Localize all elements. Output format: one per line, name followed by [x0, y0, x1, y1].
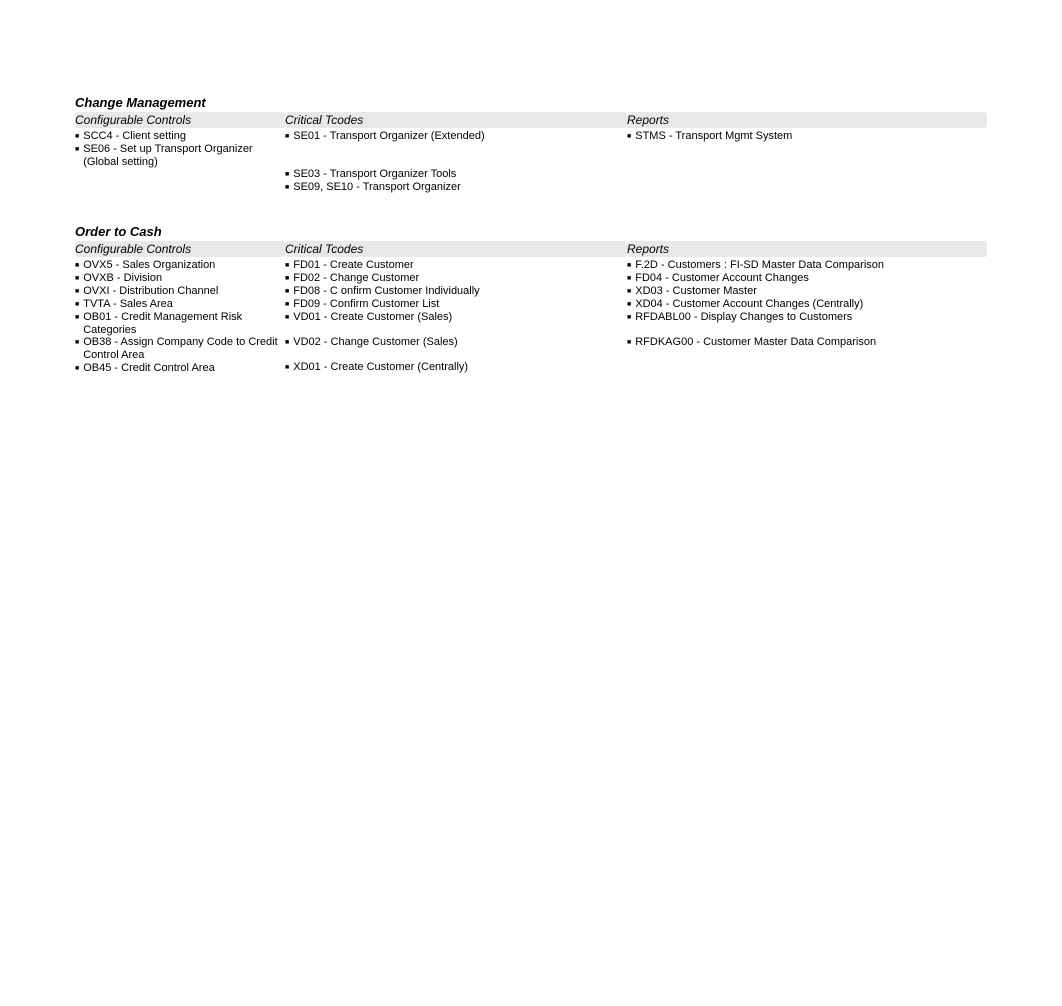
document-content: Change Management Configurable Controls …	[0, 0, 1062, 445]
list-item: ■OVXB - Division	[75, 272, 285, 285]
bullet-icon: ■	[285, 272, 289, 285]
list-item: ■FD08 - C onfirm Customer Individually	[285, 285, 627, 298]
column-row: Configurable Controls ■SCC4 - Client set…	[75, 112, 987, 194]
list-item: ■F.2D - Customers : FI-SD Master Data Co…	[627, 259, 987, 272]
bullet-icon: ■	[75, 311, 79, 324]
bullet-icon: ■	[627, 311, 631, 324]
bullet-icon: ■	[285, 130, 289, 143]
bullet-icon: ■	[627, 285, 631, 298]
col-configurable-controls: Configurable Controls ■SCC4 - Client set…	[75, 112, 285, 194]
bullet-icon: ■	[627, 336, 631, 349]
col-header: Reports	[627, 112, 987, 128]
col-header: Reports	[627, 241, 987, 257]
bullet-icon: ■	[285, 311, 289, 324]
list-item: ■XD03 - Customer Master	[627, 285, 987, 298]
list-item-empty	[627, 143, 987, 168]
bullet-icon: ■	[627, 259, 631, 272]
section-title: Order to Cash	[75, 224, 987, 239]
bullet-icon: ■	[627, 272, 631, 285]
list-item: ■OB01 - Credit Management Risk Categorie…	[75, 311, 285, 336]
list-item-empty	[627, 361, 987, 373]
list-item: ■OB45 - Credit Control Area	[75, 362, 285, 375]
list-item: ■VD01 - Create Customer (Sales)	[285, 311, 627, 336]
col-header: Critical Tcodes	[285, 241, 627, 257]
bullet-icon: ■	[285, 336, 289, 349]
list-item: ■XD04 - Customer Account Changes (Centra…	[627, 298, 987, 311]
list-item-empty	[75, 168, 285, 180]
bullet-icon: ■	[75, 130, 79, 143]
section-order-to-cash: Order to Cash Configurable Controls ■OVX…	[75, 224, 987, 375]
bullet-icon: ■	[75, 259, 79, 272]
list-item: ■SE09, SE10 - Transport Organizer	[285, 181, 627, 194]
col-critical-tcodes: Critical Tcodes ■FD01 - Create Customer …	[285, 241, 627, 375]
bullet-icon: ■	[627, 130, 631, 143]
list-item: ■OVXI - Distribution Channel	[75, 285, 285, 298]
list-item: ■SE06 - Set up Transport Organizer (Glob…	[75, 143, 285, 168]
list-item: ■TVTA - Sales Area	[75, 298, 285, 311]
list-item: ■STMS - Transport Mgmt System	[627, 130, 987, 143]
col-reports: Reports ■STMS - Transport Mgmt System	[627, 112, 987, 194]
col-header: Configurable Controls	[75, 241, 285, 257]
list-item: ■FD02 - Change Customer	[285, 272, 627, 285]
section-change-management: Change Management Configurable Controls …	[75, 95, 987, 194]
list-item-empty	[285, 143, 627, 168]
bullet-icon: ■	[285, 259, 289, 272]
col-configurable-controls: Configurable Controls ■OVX5 - Sales Orga…	[75, 241, 285, 375]
list-item: ■RFDABL00 - Display Changes to Customers	[627, 311, 987, 336]
bullet-icon: ■	[627, 298, 631, 311]
bullet-icon: ■	[75, 298, 79, 311]
column-row: Configurable Controls ■OVX5 - Sales Orga…	[75, 241, 987, 375]
bullet-icon: ■	[75, 272, 79, 285]
list-item: ■VD02 - Change Customer (Sales)	[285, 336, 627, 361]
bullet-icon: ■	[285, 298, 289, 311]
list-item: ■RFDKAG00 - Customer Master Data Compari…	[627, 336, 987, 361]
bullet-icon: ■	[285, 361, 289, 374]
list-item-empty	[627, 168, 987, 180]
col-header: Configurable Controls	[75, 112, 285, 128]
col-critical-tcodes: Critical Tcodes ■SE01 - Transport Organi…	[285, 112, 627, 194]
col-reports: Reports ■F.2D - Customers : FI-SD Master…	[627, 241, 987, 375]
bullet-icon: ■	[285, 168, 289, 181]
list-item: ■SE03 - Transport Organizer Tools	[285, 168, 627, 181]
bullet-icon: ■	[285, 181, 289, 194]
list-item: ■XD01 - Create Customer (Centrally)	[285, 361, 627, 374]
list-item-empty	[75, 180, 285, 192]
section-title: Change Management	[75, 95, 987, 110]
bullet-icon: ■	[75, 336, 79, 349]
list-item: ■SCC4 - Client setting	[75, 130, 285, 143]
list-item: ■FD09 - Confirm Customer List	[285, 298, 627, 311]
list-item: ■FD01 - Create Customer	[285, 259, 627, 272]
list-item: ■FD04 - Customer Account Changes	[627, 272, 987, 285]
bullet-icon: ■	[75, 143, 79, 156]
bullet-icon: ■	[75, 285, 79, 298]
list-item: ■OB38 - Assign Company Code to Credit Co…	[75, 336, 285, 361]
list-item: ■OVX5 - Sales Organization	[75, 259, 285, 272]
bullet-icon: ■	[285, 285, 289, 298]
list-item-empty	[627, 180, 987, 192]
col-header: Critical Tcodes	[285, 112, 627, 128]
bullet-icon: ■	[75, 362, 79, 375]
list-item: ■SE01 - Transport Organizer (Extended)	[285, 130, 627, 143]
